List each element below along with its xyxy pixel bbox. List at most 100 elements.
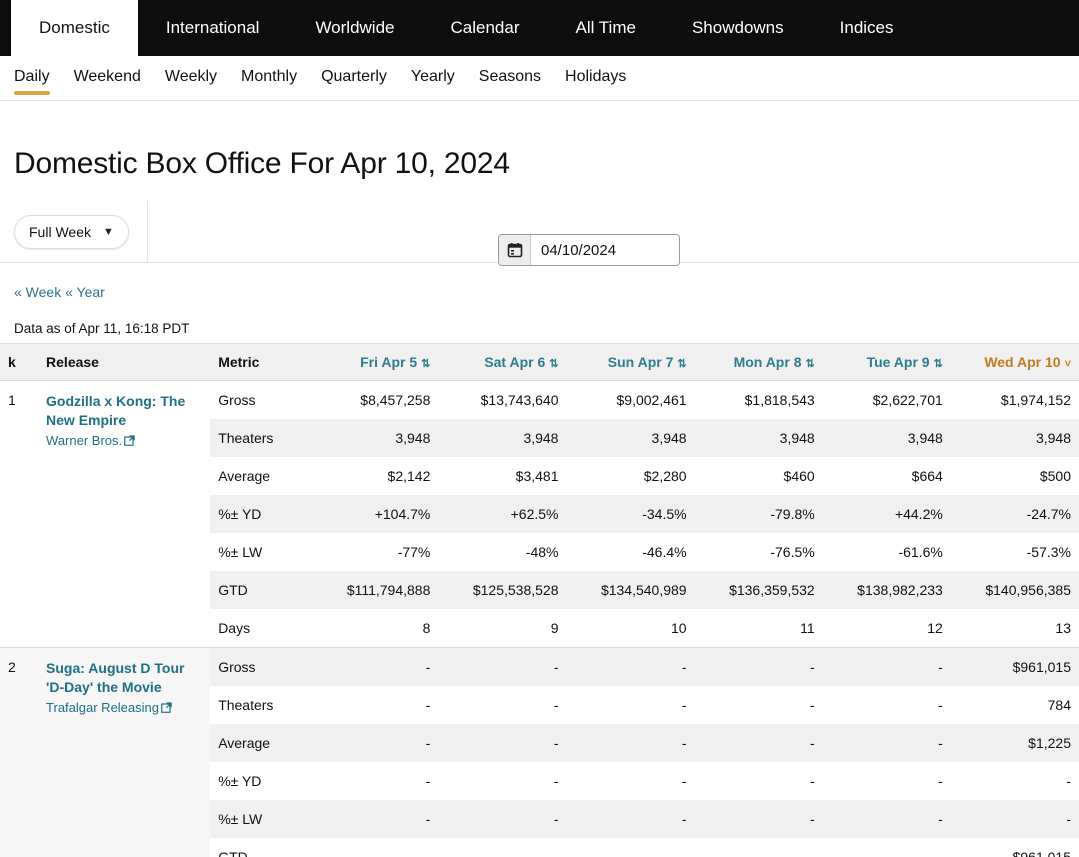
- metric-value-cell: $500: [950, 457, 1079, 496]
- nav-item-showdowns[interactable]: Showdowns: [664, 0, 812, 56]
- external-link-icon: [124, 433, 135, 451]
- nav-item-calendar[interactable]: Calendar: [423, 0, 548, 56]
- metric-value-cell: $125,538,528: [438, 571, 567, 610]
- metric-value-cell: 9: [438, 609, 567, 648]
- box-office-table: k Release Metric Fri Apr 5 ⇅ Sat Apr 6 ⇅ Sun…: [0, 343, 1079, 857]
- column-header-release: Release: [38, 343, 211, 382]
- subnav-item-weekly[interactable]: Weekly: [165, 68, 217, 89]
- date-picker[interactable]: [498, 234, 680, 266]
- table-row: 2 Suga: August D Tour 'D-Day' the Movie Tr…: [0, 647, 1079, 857]
- nav-item-label: Domestic: [39, 18, 110, 37]
- metric-value-cell: -: [822, 686, 951, 725]
- column-header-mon-apr-8[interactable]: Mon Apr 8 ⇅: [694, 343, 823, 382]
- metric-value-cell: -: [438, 724, 567, 763]
- metric-value-cell: 11: [694, 609, 823, 648]
- rank-cell: 2: [0, 647, 39, 857]
- release-title-link[interactable]: Godzilla x Kong: The New Empire: [46, 392, 202, 430]
- subnav-item-quarterly[interactable]: Quarterly: [321, 68, 387, 89]
- nav-item-international[interactable]: International: [138, 0, 288, 56]
- distributor-label: Warner Bros.: [46, 433, 123, 449]
- column-header-fri-apr-5[interactable]: Fri Apr 5 ⇅: [310, 343, 439, 382]
- metric-value-cell: -76.5%: [694, 533, 823, 572]
- metric-value-cell: -: [566, 647, 695, 687]
- page-title: Domestic Box Office For Apr 10, 2024: [14, 147, 510, 181]
- release-cell: Godzilla x Kong: The New Empire Warner Br…: [38, 380, 211, 648]
- release-cell: Suga: August D Tour 'D-Day' the Movie Tra…: [38, 647, 211, 857]
- nav-item-indices[interactable]: Indices: [812, 0, 922, 56]
- metric-value-cell: $961,015: [950, 838, 1079, 857]
- metric-value-cell: 3,948: [822, 419, 951, 458]
- metric-value-cell: 3,948: [438, 419, 567, 458]
- calendar-icon[interactable]: [499, 235, 531, 265]
- subnav-item-seasons[interactable]: Seasons: [479, 68, 541, 89]
- metric-value-cell: -: [566, 724, 695, 763]
- metric-value-cell: -: [310, 724, 439, 763]
- metric-value-cell: -46.4%: [566, 533, 695, 572]
- date-range-dropdown[interactable]: Full Week ▼: [14, 214, 129, 249]
- metric-value-cell: $961,015: [950, 647, 1079, 687]
- metric-value-cell: -77%: [310, 533, 439, 572]
- date-range-label: Full Week: [29, 223, 91, 240]
- metric-value-cell: -: [694, 800, 823, 839]
- metric-value-cell: -: [438, 647, 567, 687]
- metric-value-cell: -: [950, 800, 1079, 839]
- prev-year-link[interactable]: « Year: [65, 284, 105, 300]
- metric-value-cell: $111,794,888: [310, 571, 439, 610]
- subnav-item-weekend[interactable]: Weekend: [74, 68, 141, 89]
- metric-value-cell: -: [694, 762, 823, 801]
- sort-arrows-icon: ⇅: [677, 358, 687, 371]
- nav-item-worldwide[interactable]: Worldwide: [287, 0, 422, 56]
- nav-item-all-time[interactable]: All Time: [548, 0, 664, 56]
- date-input[interactable]: [531, 235, 679, 265]
- metric-label-cell: %± LW: [210, 533, 311, 572]
- distributor-link[interactable]: Warner Bros.: [46, 432, 202, 451]
- subnav-item-yearly[interactable]: Yearly: [411, 68, 455, 89]
- prev-week-link[interactable]: « Week: [14, 284, 61, 300]
- column-header-label: Fri Apr 5: [360, 354, 418, 371]
- metric-label-cell: GTD: [210, 571, 311, 610]
- metric-value-cell: 13: [950, 609, 1079, 648]
- metric-value-cell: $140,956,385: [950, 571, 1079, 610]
- subnav-item-monthly[interactable]: Monthly: [241, 68, 297, 89]
- nav-item-label: International: [165, 18, 260, 37]
- metric-value-cell: -79.8%: [694, 495, 823, 534]
- column-header-sun-apr-7[interactable]: Sun Apr 7 ⇅: [566, 343, 695, 382]
- sort-arrows-icon: ⇅: [805, 358, 815, 371]
- metric-value-cell: -: [950, 762, 1079, 801]
- metric-value-cell: -: [566, 762, 695, 801]
- release-title-link[interactable]: Suga: August D Tour 'D-Day' the Movie: [46, 659, 202, 697]
- metric-label-cell: %± YD: [210, 495, 311, 534]
- column-header-wed-apr-10[interactable]: Wed Apr 10 ˅: [950, 343, 1079, 382]
- nav-item-domestic[interactable]: Domestic: [11, 0, 138, 56]
- column-header-rank[interactable]: k: [0, 343, 39, 382]
- metric-value-cell: -: [694, 686, 823, 725]
- metric-value-cell: $1,818,543: [694, 380, 823, 420]
- metric-value-cell: 3,948: [694, 419, 823, 458]
- subnav-item-daily[interactable]: Daily: [14, 68, 50, 95]
- metric-value-cell: -: [694, 838, 823, 857]
- table-row: 1 Godzilla x Kong: The New Empire Warner B…: [0, 380, 1079, 648]
- distributor-label: Trafalgar Releasing: [46, 700, 159, 716]
- metric-value-cell: $460: [694, 457, 823, 496]
- metric-value-cell: -: [438, 762, 567, 801]
- metric-value-cell: -: [438, 838, 567, 857]
- distributor-link[interactable]: Trafalgar Releasing: [46, 699, 202, 718]
- column-header-tue-apr-9[interactable]: Tue Apr 9 ⇅: [822, 343, 951, 382]
- nav-item-label: All Time: [575, 18, 636, 37]
- metric-value-cell: -24.7%: [950, 495, 1079, 534]
- metric-value-cell: 10: [566, 609, 695, 648]
- metric-label-cell: Theaters: [210, 419, 311, 458]
- metric-value-cell: $664: [822, 457, 951, 496]
- metric-value-cell: -57.3%: [950, 533, 1079, 572]
- column-header-label: Wed Apr 10: [984, 354, 1061, 371]
- data-timestamp: Data as of Apr 11, 16:18 PDT: [14, 321, 190, 337]
- rank-cell: 1: [0, 380, 39, 648]
- metric-value-cell: 12: [822, 609, 951, 648]
- column-header-sat-apr-6[interactable]: Sat Apr 6 ⇅: [438, 343, 567, 382]
- metric-value-cell: $2,280: [566, 457, 695, 496]
- subnav-item-holidays[interactable]: Holidays: [565, 68, 626, 89]
- metric-value-cell: -: [310, 838, 439, 857]
- column-header-metric: Metric: [210, 343, 311, 382]
- metric-value-cell: -: [566, 838, 695, 857]
- primary-navigation: Domestic International Worldwide Calendar Al…: [0, 0, 1079, 56]
